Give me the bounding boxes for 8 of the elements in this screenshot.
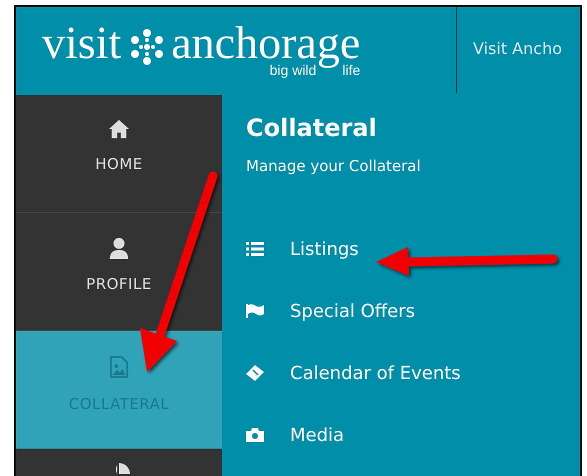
logo-text: visit [42,21,122,65]
menu-link[interactable]: Special Offers [290,300,415,322]
page-subtitle: Manage your Collateral [246,157,422,175]
menu-link[interactable]: Media [290,424,344,446]
menu-link[interactable]: Listings [290,238,359,260]
menu-link[interactable]: Calendar of Events [290,362,461,384]
page-title: Collateral [246,113,378,143]
nav-link[interactable]: Visit Ancho [473,38,562,58]
